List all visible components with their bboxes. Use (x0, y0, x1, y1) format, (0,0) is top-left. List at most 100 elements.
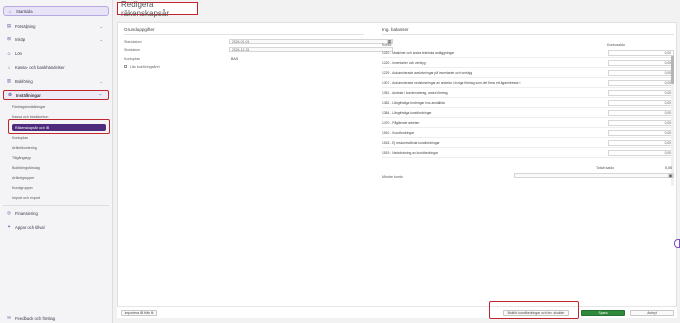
table-row: 1210 - Maskiner och andra tekniska anläg… (382, 48, 674, 58)
document-icon: ▤ (6, 23, 12, 28)
scroll-thumb[interactable] (671, 56, 674, 84)
account-label: 1307 - Ackumulerade nedskrivningar av an… (382, 81, 521, 85)
balances-title: Ing. balanser (382, 27, 409, 32)
cancel-button[interactable]: Avbryt (630, 310, 674, 316)
total-balance-value: 0,00 (665, 166, 672, 170)
save-button[interactable]: Spara (581, 310, 625, 316)
sidebar-item-financing[interactable]: ◎ Finansiering (3, 208, 109, 218)
side-tab[interactable] (674, 239, 680, 248)
table-row: 1519 - Nedskrivning av kundfordringar 0,… (382, 148, 674, 158)
sidebar-item-start[interactable]: ⌂ Startsida (3, 6, 109, 16)
balance-input[interactable]: 0,00 (608, 149, 674, 156)
footer-bar: Importera IB från fil Bokför kundfordrin… (117, 301, 677, 319)
sidebar-item-label: Inköp (15, 36, 26, 42)
sidebar-item-purchases[interactable]: ⊞ Inköp ⌄ (3, 34, 109, 44)
sidebar-item-label: Försäljning (15, 23, 36, 29)
balance-input[interactable]: 0,00 (608, 79, 674, 86)
sidebar-item-label: Startsida (16, 8, 33, 14)
end-date-input[interactable]: 2024-12-31 (229, 47, 393, 52)
chevron-down-icon: ⌄ (99, 78, 103, 84)
bank-icon: ⌂ (7, 64, 11, 70)
account-label: 1470 - Pågående arbeten (382, 121, 420, 125)
basics-title: Grunduppgifter (124, 27, 155, 32)
table-row: 1220 - Inventarier och verktyg 0,00 (382, 58, 674, 68)
table-row: 1510 - Kundfordringar 0,00 (382, 128, 674, 138)
sidebar-item-label: Kassa- och bankhändelser (15, 64, 65, 70)
table-row: 1384 - Långfristiga kundfordringar 0,00 (382, 108, 674, 118)
account-label: 1220 - Inventarier och verktyg (382, 61, 426, 65)
divider (124, 34, 364, 35)
chevron-up-icon: ⌃ (98, 92, 102, 98)
sidebar-item-sales[interactable]: ▤ Försäljning ⌄ (3, 21, 109, 31)
puzzle-icon: ✦ (7, 224, 11, 229)
person-icon: ☺ (6, 50, 12, 56)
account-label: 1510 - Kundfordringar (382, 131, 415, 135)
balance-input[interactable]: 0,00 (608, 129, 674, 136)
chat-icon: ✉ (7, 315, 11, 320)
start-date-input[interactable]: 2024-01-01 (229, 39, 393, 44)
sidebar-item-label: Appar och tillval (15, 224, 45, 230)
sub-item-booking-proposal[interactable]: Bokföringsförslag (12, 166, 40, 170)
col-account: Konto (382, 43, 392, 47)
gear-icon: ⚙ (7, 92, 13, 97)
balance-input[interactable]: 0,00 (608, 99, 674, 106)
table-row: 1518 - Ej reskontraförda kundfordringar … (382, 138, 674, 148)
sub-item-article-groups[interactable]: Artikelgrupper (12, 176, 34, 180)
account-label: 1519 - Nedskrivning av kundfordringar (382, 151, 438, 155)
home-icon: ⌂ (8, 8, 12, 14)
sub-item-chart-of-accounts[interactable]: Kontoplan (12, 136, 28, 140)
sub-item-article-accounting[interactable]: Artikelkontering (12, 146, 37, 150)
cart-icon: ⊞ (7, 36, 11, 41)
lock-year-label: Lås bokföringsåret (130, 65, 160, 69)
sidebar-item-apps[interactable]: ✦ Appar och tillval (3, 222, 109, 232)
balance-input[interactable]: 0,00 (608, 109, 674, 116)
sidebar-item-label: Lön (15, 50, 22, 56)
balance-input[interactable]: 0,00 (608, 89, 674, 96)
update-receivables-button[interactable]: Bokför kundfordringar och lev. skulder (503, 310, 569, 316)
table-row: 1351 - Andelar i kundenoterag, andra för… (382, 88, 674, 98)
account-label: 1518 - Ej reskontraförda kundfordringar (382, 141, 440, 145)
table-row: 1470 - Pågående arbeten 0,00 (382, 118, 674, 128)
sub-item-asset-type[interactable]: Tillgångstyp (12, 156, 31, 160)
coins-icon: ◎ (7, 210, 11, 215)
total-balance-label: Totalt saldo (596, 166, 615, 170)
account-label: 1210 - Maskiner och andra tekniska anläg… (382, 51, 455, 55)
less-account-input[interactable] (514, 173, 674, 178)
feedback-label: Feedback och förslag (15, 315, 56, 321)
feedback-link[interactable]: ✉ Feedback och förslag (3, 313, 109, 323)
sidebar-item-label: Finansiering (15, 210, 38, 216)
sidebar: ⌂ Startsida ▤ Försäljning ⌄ ⊞ Inköp ⌄ ☺ … (0, 0, 113, 323)
sidebar-item-settings[interactable]: ⚙ Inställningar ⌃ (3, 90, 109, 100)
table-row: 1382 - Långfristiga fordringar hos anstä… (382, 98, 674, 108)
sidebar-item-salary[interactable]: ☺ Lön (3, 48, 109, 58)
chart-of-accounts-value: BAS (231, 57, 239, 61)
sub-item-customer-groups[interactable]: Kundgrupper (12, 186, 33, 190)
sidebar-item-bookkeeping[interactable]: ▥ Bokföring ⌄ (3, 76, 109, 86)
chevron-down-icon: ⌄ (99, 23, 103, 29)
start-date-label: Startdatum (124, 40, 142, 44)
balance-input[interactable]: 0,00 (608, 139, 674, 146)
end-date-label: Slutdatum (124, 48, 141, 52)
account-label: 1229 - Ackumulerade avskrivningar på inv… (382, 71, 473, 75)
less-account-label: Mindre konto (382, 175, 403, 179)
search-icon[interactable]: ▣ (668, 173, 673, 178)
account-label: 1384 - Långfristiga kundfordringar (382, 111, 432, 115)
balance-input[interactable]: 0,00 (608, 69, 674, 76)
table-row: 1229 - Ackumulerade avskrivningar på inv… (382, 68, 674, 78)
sub-item-import-export[interactable]: Import och export (12, 196, 40, 200)
lock-year-checkbox[interactable] (124, 65, 127, 68)
sidebar-item-label: Inställningar (16, 92, 41, 98)
divider (382, 34, 674, 35)
sub-item-fiscal-year[interactable]: Räkenskapsår och IB (12, 124, 106, 131)
sub-item-company-settings[interactable]: Företagsinställningar (12, 105, 45, 109)
col-balance: Kontosaldo (607, 43, 625, 47)
sidebar-item-label: Bokföring (15, 78, 33, 84)
balance-input[interactable]: 0,00 (608, 59, 674, 66)
account-label: 1382 - Långfristiga fordringar hos anstä… (382, 101, 445, 105)
account-label: 1351 - Andelar i kundenoterag, andra för… (382, 91, 448, 95)
balance-input[interactable]: 0,00 (608, 49, 674, 56)
import-ib-button[interactable]: Importera IB från fil (121, 310, 157, 316)
sidebar-item-bank[interactable]: ⌂ Kassa- och bankhändelser (3, 62, 109, 72)
chart-of-accounts-label: Kontoplan (124, 57, 141, 61)
balance-input[interactable]: 0,00 (608, 119, 674, 126)
